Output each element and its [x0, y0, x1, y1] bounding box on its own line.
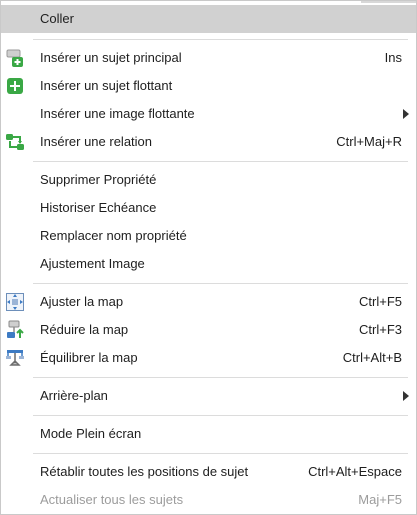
- menu-item-label: Insérer un sujet principal: [40, 50, 182, 65]
- insert-relation-icon: [5, 132, 25, 152]
- insert-floating-topic-icon: [5, 76, 25, 96]
- menu-item-shortcut: Ins: [384, 50, 402, 65]
- menu-separator: [33, 283, 408, 284]
- menu-item-shortcut: Ctrl+Alt+B: [342, 350, 402, 365]
- menu-item-shortcut: Ctrl+F5: [359, 294, 402, 309]
- submenu-arrow-icon: [403, 391, 409, 401]
- menu-item-shortcut: Ctrl+Alt+Espace: [308, 464, 402, 479]
- menu-item-balance-map[interactable]: Équilibrer la map Ctrl+Alt+B: [1, 344, 416, 372]
- menu-item-label: Rétablir toutes les positions de sujet: [40, 464, 249, 479]
- menu-separator: [33, 161, 408, 162]
- menu-item-label: Historiser Echéance: [40, 200, 157, 215]
- menu-separator: [33, 453, 408, 454]
- menu-separator: [33, 415, 408, 416]
- menu-item-label: Mode Plein écran: [40, 426, 142, 441]
- menu-item-label: Équilibrer la map: [40, 350, 138, 365]
- menu-item-fit-map[interactable]: Ajuster la map Ctrl+F5: [1, 288, 416, 316]
- context-menu: Coller Insérer un sujet principal Ins In…: [0, 0, 417, 515]
- menu-item-reset-topic-positions[interactable]: Rétablir toutes les positions de sujet C…: [1, 458, 416, 486]
- menu-item-historize-due-date[interactable]: Historiser Echéance: [1, 194, 416, 222]
- menu-item-refresh-all-topics[interactable]: Actualiser tous les sujets Maj+F5: [1, 486, 416, 514]
- menu-item-label: Remplacer nom propriété: [40, 228, 187, 243]
- menu-item-label: Actualiser tous les sujets: [40, 492, 184, 507]
- menu-item-fullscreen[interactable]: Mode Plein écran: [1, 420, 416, 448]
- menu-item-label: Coller: [40, 11, 74, 26]
- menu-item-label: Insérer un sujet flottant: [40, 78, 173, 93]
- menu-item-shortcut: Ctrl+F3: [359, 322, 402, 337]
- menu-item-replace-property-name[interactable]: Remplacer nom propriété: [1, 222, 416, 250]
- menu-separator: [33, 39, 408, 40]
- menu-item-label: Ajustement Image: [40, 256, 145, 271]
- menu-item-insert-relation[interactable]: Insérer une relation Ctrl+Maj+R: [1, 128, 416, 156]
- menu-item-insert-floating-image[interactable]: Insérer une image flottante: [1, 100, 416, 128]
- reduce-map-icon: [5, 320, 25, 340]
- menu-item-paste[interactable]: Coller: [1, 5, 416, 33]
- menu-item-adjust-image[interactable]: Ajustement Image: [1, 250, 416, 278]
- menu-item-label: Supprimer Propriété: [40, 172, 157, 187]
- menu-item-shortcut: Ctrl+Maj+R: [336, 134, 402, 149]
- menu-item-label: Arrière-plan: [40, 388, 108, 403]
- insert-main-topic-icon: [5, 48, 25, 68]
- balance-map-icon: [5, 348, 25, 368]
- menu-item-delete-property[interactable]: Supprimer Propriété: [1, 166, 416, 194]
- menu-top-edge: [361, 1, 416, 3]
- menu-item-shortcut: Maj+F5: [358, 492, 402, 507]
- menu-item-label: Réduire la map: [40, 322, 129, 337]
- menu-item-insert-floating-topic[interactable]: Insérer un sujet flottant: [1, 72, 416, 100]
- menu-item-label: Insérer une relation: [40, 134, 153, 149]
- menu-item-insert-main-topic[interactable]: Insérer un sujet principal Ins: [1, 44, 416, 72]
- menu-item-label: Ajuster la map: [40, 294, 124, 309]
- menu-item-background[interactable]: Arrière-plan: [1, 382, 416, 410]
- submenu-arrow-icon: [403, 109, 409, 119]
- menu-separator: [33, 377, 408, 378]
- fit-map-icon: [5, 292, 25, 312]
- menu-item-reduce-map[interactable]: Réduire la map Ctrl+F3: [1, 316, 416, 344]
- menu-item-label: Insérer une image flottante: [40, 106, 195, 121]
